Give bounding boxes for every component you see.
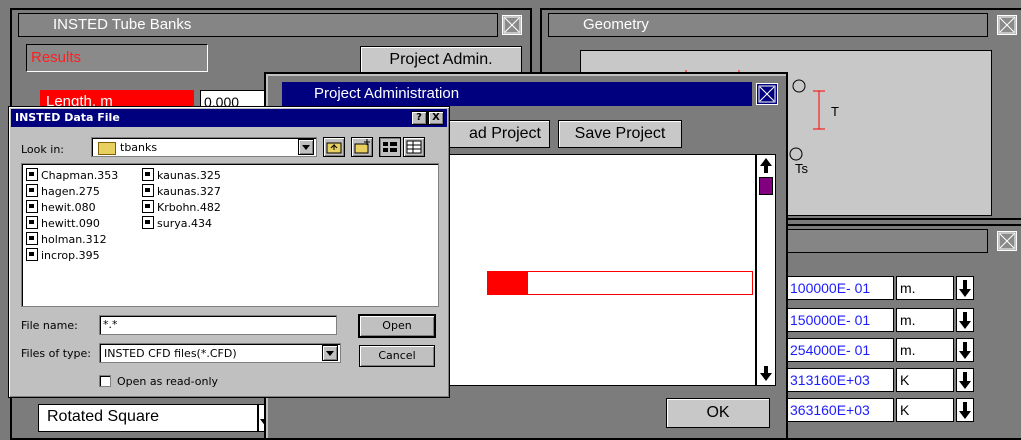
param-unit-4[interactable]: K <box>896 368 954 392</box>
file-icon <box>142 184 154 197</box>
geometry-close-icon[interactable] <box>997 15 1017 35</box>
files-of-type-value: INSTED CFD files(*.CFD) <box>104 347 237 360</box>
param-unit-dropdown-icon[interactable] <box>956 338 974 362</box>
help-button[interactable]: ? <box>411 111 427 125</box>
param-value-3[interactable]: 254000E- 01 <box>786 338 894 362</box>
tube-banks-title: INSTED Tube Banks <box>18 13 498 37</box>
file-icon <box>26 232 38 245</box>
file-item-label: Krbohn.482 <box>157 201 221 214</box>
file-icon <box>26 248 38 261</box>
file-icon <box>26 200 38 213</box>
file-icon <box>26 184 38 197</box>
cancel-button[interactable]: Cancel <box>359 345 435 367</box>
param-unit-dropdown-icon[interactable] <box>956 276 974 300</box>
file-item[interactable]: hagen.275 <box>26 184 100 200</box>
file-item-label: Chapman.353 <box>41 169 119 182</box>
file-icon <box>142 200 154 213</box>
file-item-label: surya.434 <box>157 217 212 230</box>
tube-banks-close-icon[interactable] <box>502 15 522 35</box>
file-item-label: kaunas.325 <box>157 169 221 182</box>
file-icon <box>142 216 154 229</box>
file-icon <box>26 216 38 229</box>
look-in-label: Look in: <box>21 143 64 156</box>
look-in-value: tbanks <box>120 141 158 154</box>
project-list-scrollbar[interactable] <box>756 154 776 386</box>
file-item-label: kaunas.327 <box>157 185 221 198</box>
file-item[interactable]: hewitt.090 <box>26 216 100 232</box>
param-unit-1[interactable]: m. <box>896 276 954 300</box>
file-item-label: hewitt.090 <box>41 217 100 230</box>
open-button[interactable]: Open <box>359 315 435 337</box>
project-admin-title: Project Administration <box>282 82 752 106</box>
file-icon <box>142 168 154 181</box>
up-folder-icon[interactable] <box>323 137 345 157</box>
files-of-type-label: Files of type: <box>21 347 92 360</box>
results-label: Results <box>26 44 208 72</box>
readonly-checkbox[interactable] <box>99 375 111 387</box>
file-name-label: File name: <box>21 319 78 332</box>
ok-button[interactable]: OK <box>666 398 770 428</box>
project-list[interactable] <box>416 154 756 386</box>
param-value-2[interactable]: 150000E- 01 <box>786 308 894 332</box>
file-item[interactable]: kaunas.327 <box>142 184 221 200</box>
file-item[interactable]: incrop.395 <box>26 248 100 264</box>
project-admin-button[interactable]: Project Admin. <box>360 46 522 74</box>
file-list[interactable]: Chapman.353 hagen.275 hewit.080 hewitt.0… <box>21 163 439 307</box>
param-unit-2[interactable]: m. <box>896 308 954 332</box>
file-icon <box>26 168 38 181</box>
param-value-4[interactable]: 313160E+03 <box>786 368 894 392</box>
file-item-label: hagen.275 <box>41 185 100 198</box>
scroll-up-icon[interactable] <box>758 156 774 174</box>
geometry-title: Geometry <box>548 13 988 37</box>
file-dialog: INSTED Data File ? X Look in: tbanks Cha… <box>8 106 450 398</box>
list-view-icon[interactable] <box>379 137 401 157</box>
file-item-label: holman.312 <box>41 233 107 246</box>
file-item[interactable]: kaunas.325 <box>142 168 221 184</box>
param-unit-3[interactable]: m. <box>896 338 954 362</box>
close-button[interactable]: X <box>428 111 444 125</box>
arrangement-select[interactable]: Rotated Square <box>38 404 258 432</box>
progress-bar <box>487 271 753 295</box>
look-in-dropdown-icon[interactable] <box>298 139 314 155</box>
param-value-5[interactable]: 363160E+03 <box>786 398 894 422</box>
file-name-input[interactable]: *.* <box>99 315 337 335</box>
file-dialog-titlebar: INSTED Data File ? X <box>11 109 447 127</box>
param-value-1[interactable]: 100000E- 01 <box>786 276 894 300</box>
file-item[interactable]: hewit.080 <box>26 200 96 216</box>
progress-fill <box>488 272 528 294</box>
folder-icon <box>98 142 116 155</box>
file-item-label: incrop.395 <box>41 249 100 262</box>
save-project-button[interactable]: Save Project <box>558 120 682 148</box>
geometry-label-t: T <box>831 104 839 119</box>
geometry-label-ts: Ts <box>795 161 808 176</box>
parameters-close-icon[interactable] <box>997 231 1017 251</box>
param-unit-5[interactable]: K <box>896 398 954 422</box>
files-of-type-select[interactable]: INSTED CFD files(*.CFD) <box>99 343 341 363</box>
new-folder-icon[interactable] <box>351 137 373 157</box>
file-item-label: hewit.080 <box>41 201 96 214</box>
file-item[interactable]: holman.312 <box>26 232 107 248</box>
param-unit-dropdown-icon[interactable] <box>956 398 974 422</box>
param-unit-dropdown-icon[interactable] <box>956 308 974 332</box>
scroll-down-icon[interactable] <box>758 365 774 383</box>
scroll-thumb[interactable] <box>759 177 773 195</box>
readonly-label: Open as read-only <box>117 375 219 388</box>
project-admin-close-icon[interactable] <box>756 83 778 105</box>
file-dialog-title: INSTED Data File <box>15 111 120 124</box>
arrangement-value: Rotated Square <box>47 408 160 425</box>
file-item[interactable]: Chapman.353 <box>26 168 118 184</box>
look-in-select[interactable]: tbanks <box>91 137 317 157</box>
details-view-icon[interactable] <box>403 137 425 157</box>
files-of-type-dropdown-icon[interactable] <box>322 345 338 361</box>
file-item[interactable]: Krbohn.482 <box>142 200 221 216</box>
file-item[interactable]: surya.434 <box>142 216 212 232</box>
param-unit-dropdown-icon[interactable] <box>956 368 974 392</box>
